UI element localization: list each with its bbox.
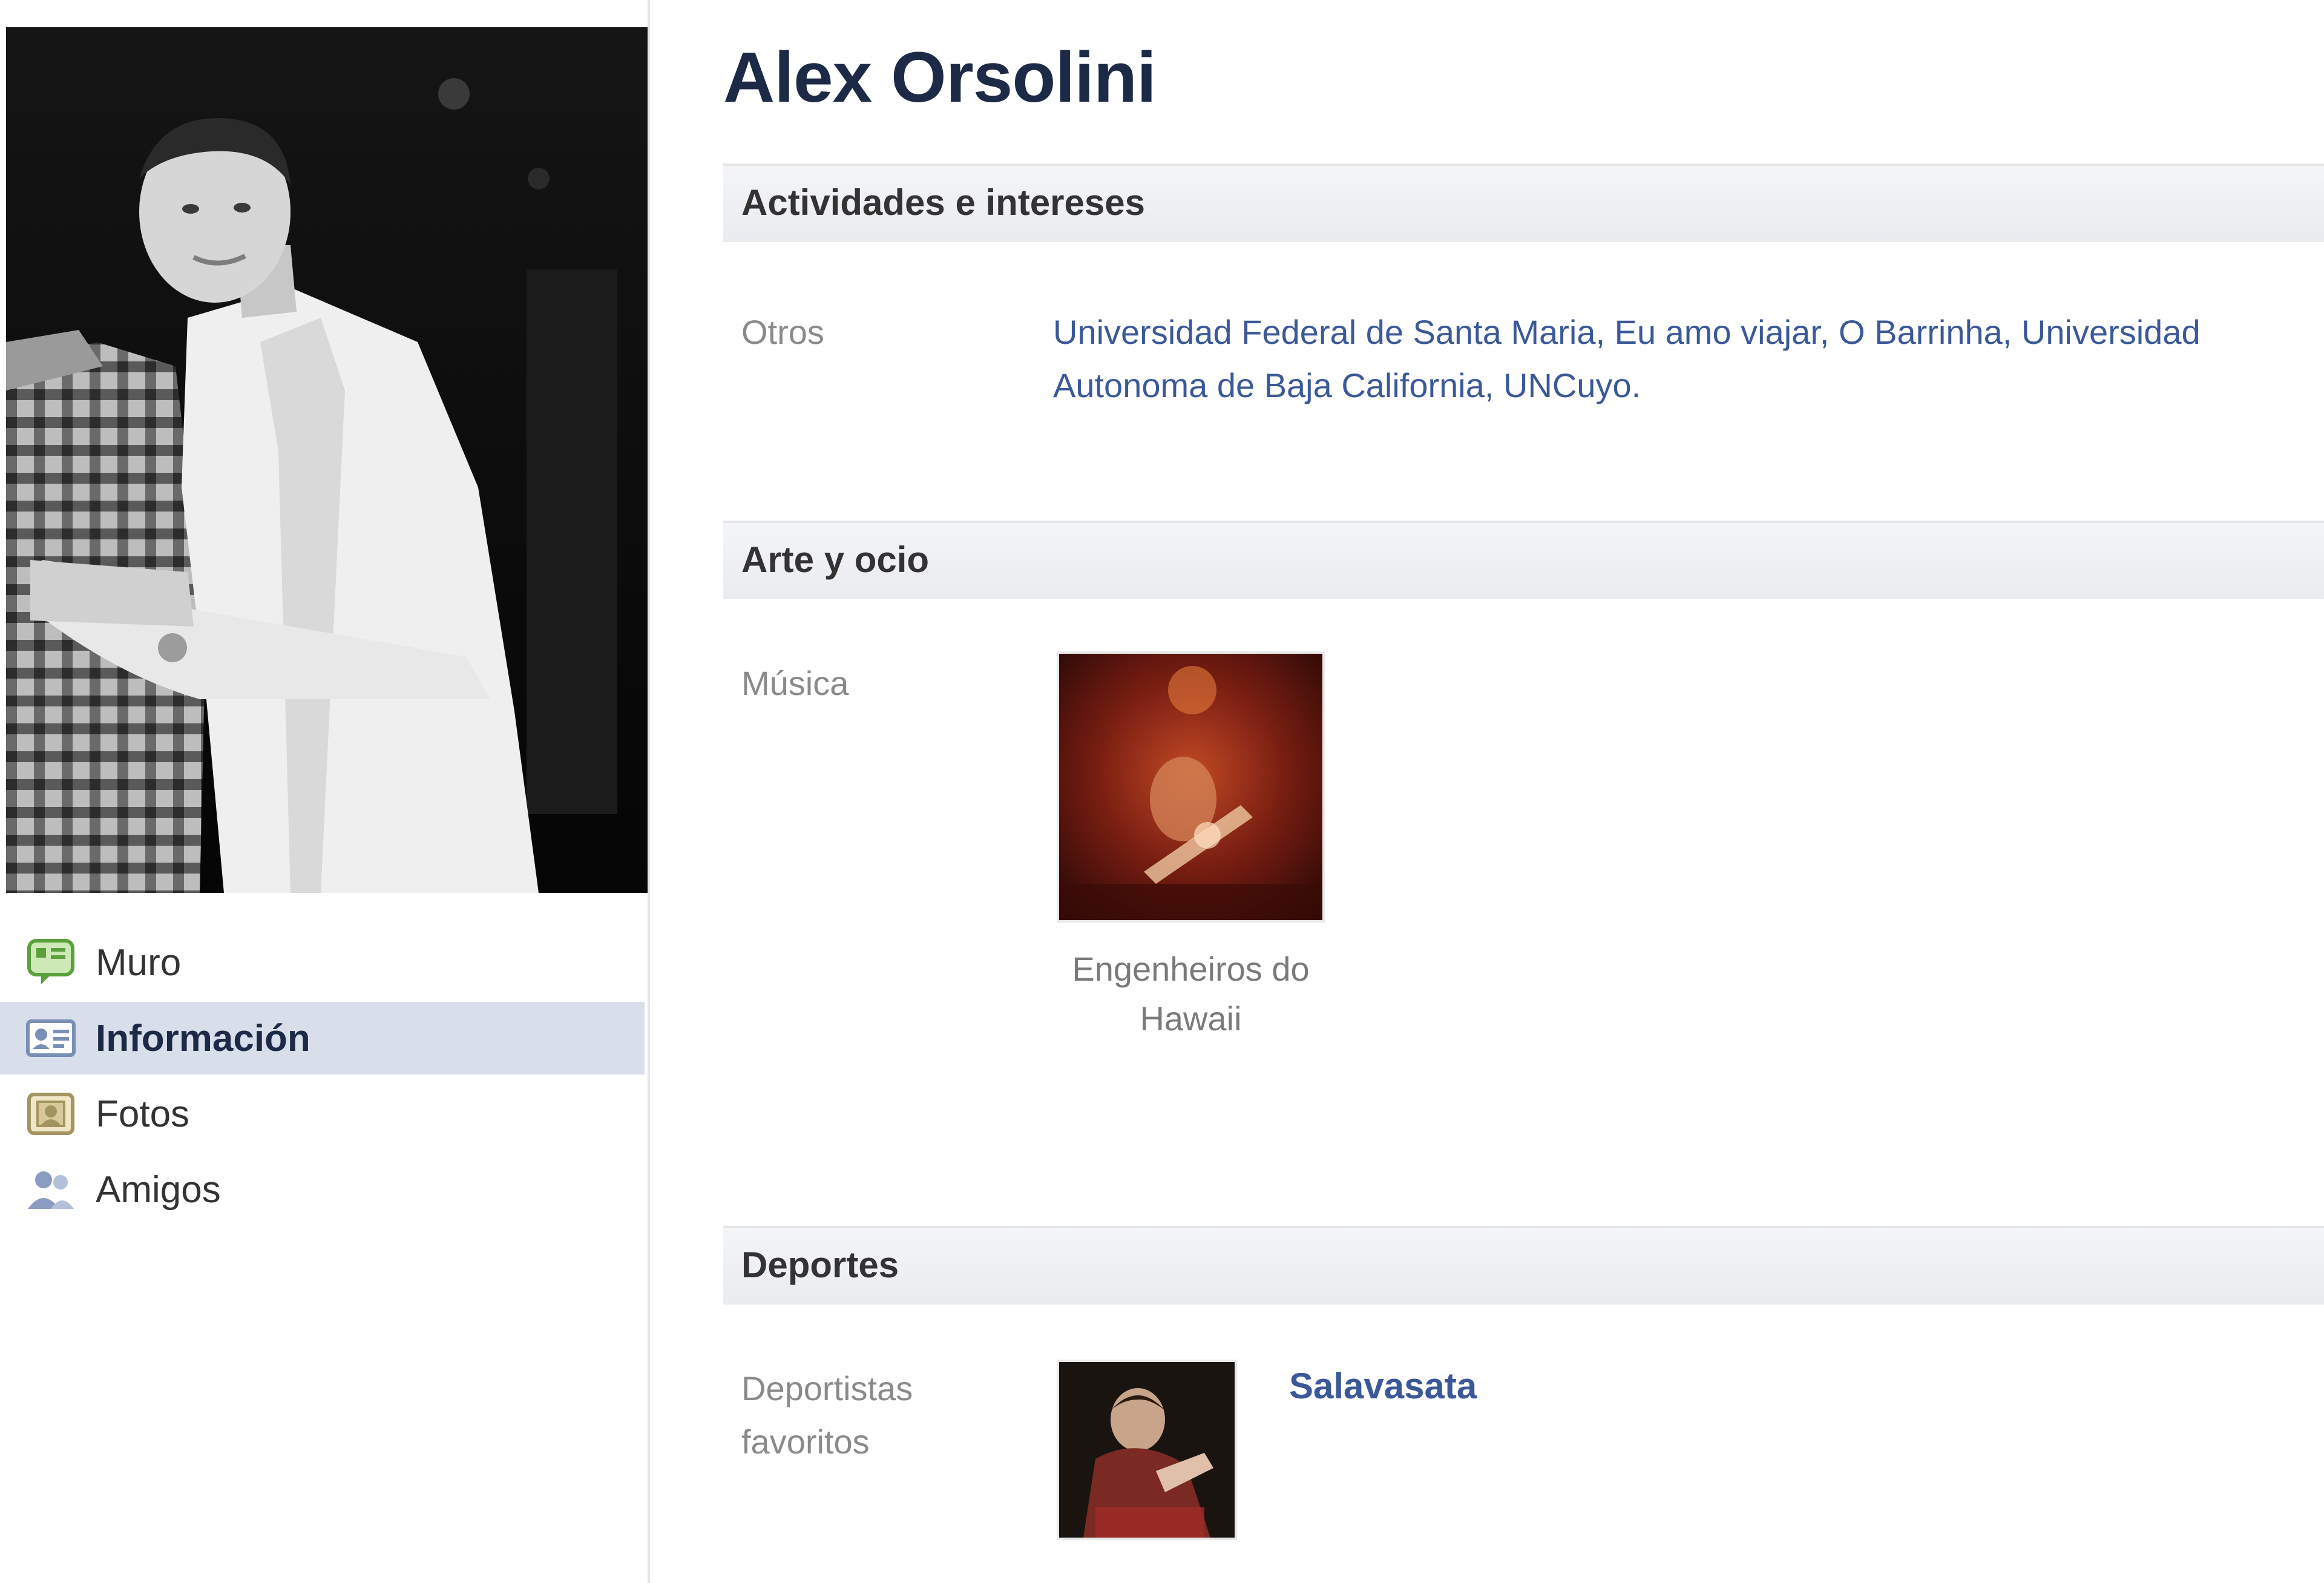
profile-name[interactable]: Alex Orsolini xyxy=(723,36,1157,119)
profile-side-nav: Muro Información Fotos Amigos xyxy=(0,926,645,1229)
profile-page: Muro Información Fotos Amigos Alex Orsol… xyxy=(0,0,2324,1583)
nav-label-info: Información xyxy=(96,1017,310,1059)
left-column: Muro Información Fotos Amigos xyxy=(0,0,650,1583)
activity-separator: , xyxy=(1819,313,1839,351)
activity-link[interactable]: Eu amo viajar xyxy=(1615,313,1820,351)
nav-label-friends: Amigos xyxy=(96,1168,221,1211)
activity-link[interactable]: Universidad Federal de Santa Maria xyxy=(1053,313,1595,351)
athlete-thumbnail-image xyxy=(1059,1362,1235,1538)
nav-item-photos[interactable]: Fotos xyxy=(0,1078,645,1150)
field-label-other: Otros xyxy=(741,313,824,351)
band-caption[interactable]: Engenheiros do Hawaii xyxy=(1038,944,1344,1044)
activity-separator: , xyxy=(2002,313,2021,351)
activity-link[interactable]: O Barrinha xyxy=(1839,313,2003,351)
field-label-music: Música xyxy=(741,664,849,702)
profile-photo[interactable] xyxy=(6,27,648,893)
info-card-icon xyxy=(24,1012,77,1065)
nav-label-photos: Fotos xyxy=(96,1093,190,1135)
activity-separator: , xyxy=(1595,313,1615,351)
activities-links: Universidad Federal de Santa Maria, Eu a… xyxy=(1053,306,2294,412)
nav-item-friends[interactable]: Amigos xyxy=(0,1153,645,1226)
profile-info-main: Alex Orsolini Actividades e intereses Ot… xyxy=(723,0,2324,1583)
band-thumbnail-image xyxy=(1059,654,1322,920)
photos-icon xyxy=(24,1087,77,1140)
athlete-name-link[interactable]: Salavasata xyxy=(1289,1365,1477,1407)
band-thumbnail[interactable] xyxy=(1059,654,1322,920)
section-header-activities: Actividades e intereses xyxy=(723,163,2324,242)
section-title-activities: Actividades e intereses xyxy=(741,182,1146,223)
section-header-sports: Deportes xyxy=(723,1226,2324,1305)
athlete-thumbnail[interactable] xyxy=(1059,1362,1235,1538)
nav-item-wall[interactable]: Muro xyxy=(0,926,645,999)
activity-separator: , xyxy=(1484,366,1504,404)
wall-icon xyxy=(24,936,77,989)
field-label-athletes: Deportistas favoritos xyxy=(741,1369,913,1461)
section-title-sports: Deportes xyxy=(741,1245,899,1285)
friends-icon xyxy=(24,1163,77,1216)
profile-photo-image xyxy=(6,27,648,893)
activity-separator: . xyxy=(1631,366,1641,404)
section-header-arts: Arte y ocio xyxy=(723,521,2324,599)
activity-link[interactable]: UNCuyo xyxy=(1503,366,1632,404)
nav-item-info[interactable]: Información xyxy=(0,1002,645,1075)
nav-label-wall: Muro xyxy=(96,941,182,984)
section-title-arts: Arte y ocio xyxy=(741,539,930,580)
